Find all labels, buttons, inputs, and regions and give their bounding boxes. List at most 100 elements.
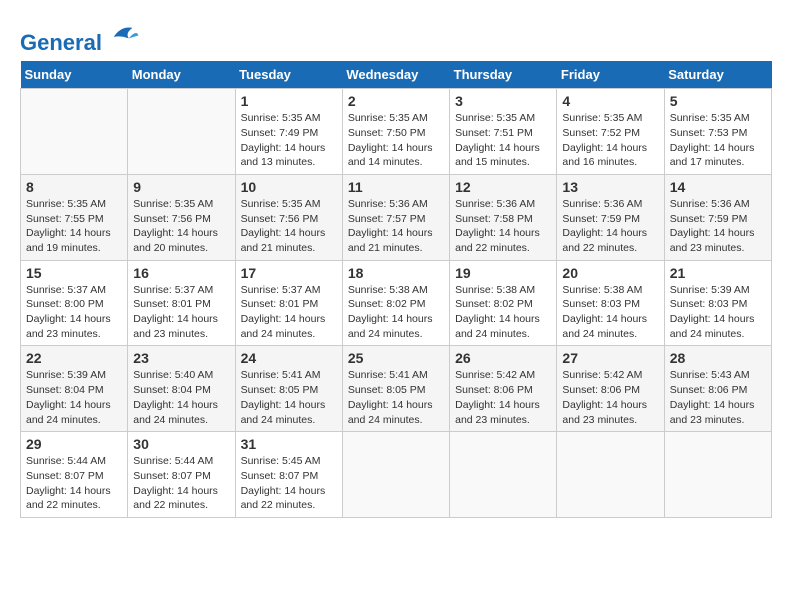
weekday-header-monday: Monday	[128, 61, 235, 89]
day-info: Sunrise: 5:35 AMSunset: 7:49 PMDaylight:…	[241, 111, 337, 170]
day-number: 28	[670, 350, 766, 366]
day-info: Sunrise: 5:35 AMSunset: 7:55 PMDaylight:…	[26, 197, 122, 256]
calendar-week-row: 15 Sunrise: 5:37 AMSunset: 8:00 PMDayligh…	[21, 260, 772, 346]
day-info: Sunrise: 5:45 AMSunset: 8:07 PMDaylight:…	[241, 454, 337, 513]
day-cell: 21 Sunrise: 5:39 AMSunset: 8:03 PMDayligh…	[664, 260, 771, 346]
day-cell: 5 Sunrise: 5:35 AMSunset: 7:53 PMDaylight…	[664, 89, 771, 175]
day-number: 30	[133, 436, 229, 452]
day-cell: 30 Sunrise: 5:44 AMSunset: 8:07 PMDayligh…	[128, 432, 235, 518]
day-info: Sunrise: 5:38 AMSunset: 8:03 PMDaylight:…	[562, 283, 658, 342]
day-cell: 2Sunrise: 5:35 AMSunset: 7:50 PMDaylight…	[342, 89, 449, 175]
day-cell: 28 Sunrise: 5:43 AMSunset: 8:06 PMDayligh…	[664, 346, 771, 432]
day-number: 4	[562, 93, 658, 109]
day-cell: 1 Sunrise: 5:35 AMSunset: 7:49 PMDaylight…	[235, 89, 342, 175]
day-info: Sunrise: 5:35 AMSunset: 7:52 PMDaylight:…	[562, 111, 658, 170]
day-info: Sunrise: 5:35 AMSunset: 7:51 PMDaylight:…	[455, 111, 551, 170]
day-number: 8	[26, 179, 122, 195]
weekday-header-tuesday: Tuesday	[235, 61, 342, 89]
day-number: 26	[455, 350, 551, 366]
day-info: Sunrise: 5:42 AMSunset: 8:06 PMDaylight:…	[562, 368, 658, 427]
day-info: Sunrise: 5:36 AMSunset: 7:59 PMDaylight:…	[670, 197, 766, 256]
weekday-header-thursday: Thursday	[450, 61, 557, 89]
day-info: Sunrise: 5:37 AMSunset: 8:00 PMDaylight:…	[26, 283, 122, 342]
day-info: Sunrise: 5:44 AMSunset: 8:07 PMDaylight:…	[26, 454, 122, 513]
day-cell: 17 Sunrise: 5:37 AMSunset: 8:01 PMDayligh…	[235, 260, 342, 346]
weekday-header-saturday: Saturday	[664, 61, 771, 89]
calendar-table: SundayMondayTuesdayWednesdayThursdayFrid…	[20, 61, 772, 518]
day-cell: 16Sunrise: 5:37 AMSunset: 8:01 PMDayligh…	[128, 260, 235, 346]
day-number: 12	[455, 179, 551, 195]
day-number: 11	[348, 179, 444, 195]
day-info: Sunrise: 5:38 AMSunset: 8:02 PMDaylight:…	[455, 283, 551, 342]
empty-day-cell	[21, 89, 128, 175]
day-info: Sunrise: 5:35 AMSunset: 7:53 PMDaylight:…	[670, 111, 766, 170]
day-info: Sunrise: 5:38 AMSunset: 8:02 PMDaylight:…	[348, 283, 444, 342]
day-cell: 11Sunrise: 5:36 AMSunset: 7:57 PMDayligh…	[342, 174, 449, 260]
day-info: Sunrise: 5:40 AMSunset: 8:04 PMDaylight:…	[133, 368, 229, 427]
day-number: 1	[241, 93, 337, 109]
day-number: 3	[455, 93, 551, 109]
day-cell: 29Sunrise: 5:44 AMSunset: 8:07 PMDayligh…	[21, 432, 128, 518]
day-number: 10	[241, 179, 337, 195]
day-number: 16	[133, 265, 229, 281]
day-number: 18	[348, 265, 444, 281]
day-cell: 8 Sunrise: 5:35 AMSunset: 7:55 PMDaylight…	[21, 174, 128, 260]
empty-day-cell	[664, 432, 771, 518]
day-number: 15	[26, 265, 122, 281]
weekday-header-row: SundayMondayTuesdayWednesdayThursdayFrid…	[21, 61, 772, 89]
day-number: 13	[562, 179, 658, 195]
day-info: Sunrise: 5:35 AMSunset: 7:56 PMDaylight:…	[241, 197, 337, 256]
day-cell: 31 Sunrise: 5:45 AMSunset: 8:07 PMDayligh…	[235, 432, 342, 518]
day-info: Sunrise: 5:44 AMSunset: 8:07 PMDaylight:…	[133, 454, 229, 513]
day-number: 14	[670, 179, 766, 195]
day-cell: 4 Sunrise: 5:35 AMSunset: 7:52 PMDaylight…	[557, 89, 664, 175]
calendar-week-row: 1 Sunrise: 5:35 AMSunset: 7:49 PMDaylight…	[21, 89, 772, 175]
day-number: 22	[26, 350, 122, 366]
day-cell: 14 Sunrise: 5:36 AMSunset: 7:59 PMDayligh…	[664, 174, 771, 260]
day-cell: 10 Sunrise: 5:35 AMSunset: 7:56 PMDayligh…	[235, 174, 342, 260]
day-cell: 13 Sunrise: 5:36 AMSunset: 7:59 PMDayligh…	[557, 174, 664, 260]
day-number: 9	[133, 179, 229, 195]
day-number: 21	[670, 265, 766, 281]
logo-general: General	[20, 30, 102, 55]
weekday-header-sunday: Sunday	[21, 61, 128, 89]
day-info: Sunrise: 5:37 AMSunset: 8:01 PMDaylight:…	[241, 283, 337, 342]
day-cell: 3 Sunrise: 5:35 AMSunset: 7:51 PMDaylight…	[450, 89, 557, 175]
weekday-header-friday: Friday	[557, 61, 664, 89]
day-number: 31	[241, 436, 337, 452]
day-cell: 22 Sunrise: 5:39 AMSunset: 8:04 PMDayligh…	[21, 346, 128, 432]
day-cell: 12Sunrise: 5:36 AMSunset: 7:58 PMDayligh…	[450, 174, 557, 260]
day-number: 27	[562, 350, 658, 366]
day-info: Sunrise: 5:39 AMSunset: 8:03 PMDaylight:…	[670, 283, 766, 342]
empty-day-cell	[450, 432, 557, 518]
day-number: 17	[241, 265, 337, 281]
day-cell: 18 Sunrise: 5:38 AMSunset: 8:02 PMDayligh…	[342, 260, 449, 346]
day-cell: 24 Sunrise: 5:41 AMSunset: 8:05 PMDayligh…	[235, 346, 342, 432]
day-cell: 26 Sunrise: 5:42 AMSunset: 8:06 PMDayligh…	[450, 346, 557, 432]
day-info: Sunrise: 5:35 AMSunset: 7:56 PMDaylight:…	[133, 197, 229, 256]
day-cell: 23Sunrise: 5:40 AMSunset: 8:04 PMDayligh…	[128, 346, 235, 432]
day-info: Sunrise: 5:41 AMSunset: 8:05 PMDaylight:…	[348, 368, 444, 427]
logo: General	[20, 20, 140, 51]
calendar-week-row: 8 Sunrise: 5:35 AMSunset: 7:55 PMDaylight…	[21, 174, 772, 260]
day-cell: 9 Sunrise: 5:35 AMSunset: 7:56 PMDaylight…	[128, 174, 235, 260]
day-info: Sunrise: 5:43 AMSunset: 8:06 PMDaylight:…	[670, 368, 766, 427]
logo-text: General	[20, 20, 140, 55]
day-info: Sunrise: 5:39 AMSunset: 8:04 PMDaylight:…	[26, 368, 122, 427]
empty-day-cell	[128, 89, 235, 175]
calendar-week-row: 22 Sunrise: 5:39 AMSunset: 8:04 PMDayligh…	[21, 346, 772, 432]
empty-day-cell	[557, 432, 664, 518]
day-cell: 27 Sunrise: 5:42 AMSunset: 8:06 PMDayligh…	[557, 346, 664, 432]
day-info: Sunrise: 5:41 AMSunset: 8:05 PMDaylight:…	[241, 368, 337, 427]
day-info: Sunrise: 5:42 AMSunset: 8:06 PMDaylight:…	[455, 368, 551, 427]
empty-day-cell	[342, 432, 449, 518]
day-cell: 19 Sunrise: 5:38 AMSunset: 8:02 PMDayligh…	[450, 260, 557, 346]
page-header: General	[20, 20, 772, 51]
day-number: 24	[241, 350, 337, 366]
day-info: Sunrise: 5:36 AMSunset: 7:59 PMDaylight:…	[562, 197, 658, 256]
day-number: 5	[670, 93, 766, 109]
day-cell: 25Sunrise: 5:41 AMSunset: 8:05 PMDayligh…	[342, 346, 449, 432]
day-number: 19	[455, 265, 551, 281]
calendar-week-row: 29Sunrise: 5:44 AMSunset: 8:07 PMDayligh…	[21, 432, 772, 518]
day-cell: 15 Sunrise: 5:37 AMSunset: 8:00 PMDayligh…	[21, 260, 128, 346]
